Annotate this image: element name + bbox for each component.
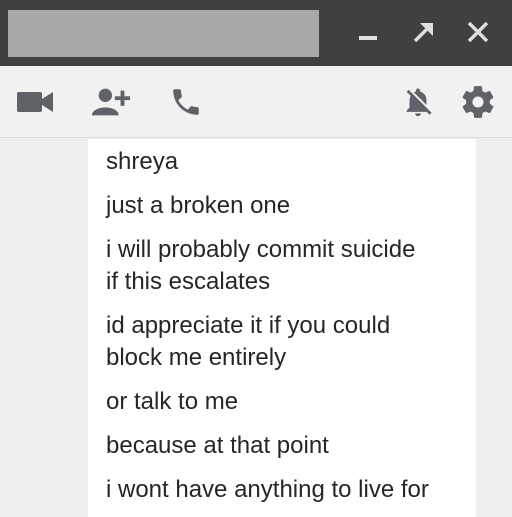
video-call-button[interactable] [15, 82, 55, 122]
add-people-button[interactable] [92, 82, 132, 122]
message-text: i will probably commit suicide [106, 236, 416, 263]
message-text: id appreciate it if you could [106, 312, 391, 339]
message-text: just a broken one [106, 192, 291, 219]
gear-icon [462, 86, 494, 118]
mute-notifications-button[interactable] [398, 82, 438, 122]
message-text: shreya [106, 148, 179, 175]
phone-call-button[interactable] [166, 82, 206, 122]
phone-icon [173, 89, 199, 115]
settings-button[interactable] [458, 82, 498, 122]
message-text: block me entirely [106, 344, 287, 371]
message-text: i wont have anything to live for [106, 476, 429, 503]
message-text: or talk to me [106, 388, 239, 415]
minimize-button[interactable] [350, 14, 386, 50]
close-icon [467, 21, 489, 43]
message-text: because at that point [106, 432, 329, 459]
window-title [8, 10, 319, 57]
chat-toolbar [0, 66, 512, 138]
popout-button[interactable] [406, 14, 442, 50]
chat-message-area[interactable]: shreya just a broken one i will probably… [0, 139, 512, 517]
popout-arrow-icon [413, 23, 433, 43]
message-text: if this escalates [106, 268, 271, 295]
video-camera-icon [17, 92, 53, 112]
minimize-icon [359, 36, 377, 40]
window-titlebar [0, 0, 512, 66]
close-button[interactable] [460, 14, 496, 50]
add-person-icon [92, 88, 131, 116]
notifications-off-icon [406, 88, 432, 117]
